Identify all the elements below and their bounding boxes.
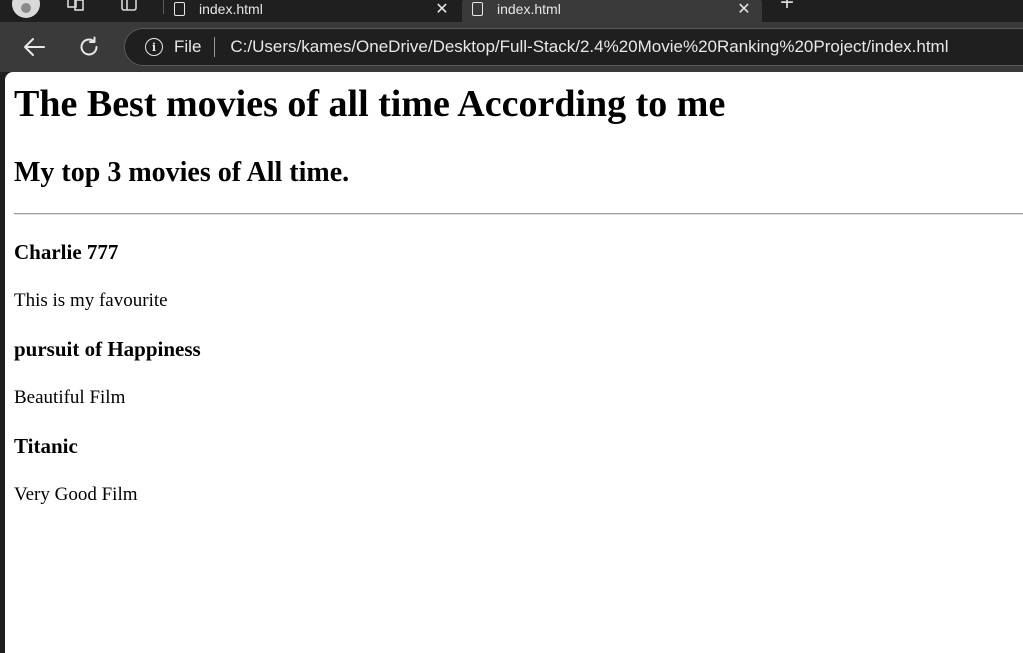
- vertical-tabs-icon: [121, 0, 137, 11]
- page-title: The Best movies of all time According to…: [14, 83, 726, 125]
- new-tab-button[interactable]: +: [776, 0, 798, 15]
- movie-title: pursuit of Happiness: [14, 337, 201, 361]
- tab-actions-button[interactable]: [115, 0, 143, 16]
- workspaces-icon: [67, 0, 84, 11]
- movie-description: Beautiful Film: [14, 387, 126, 408]
- toolbar: i File C:/Users/kames/OneDrive/Desktop/F…: [0, 22, 1023, 72]
- close-icon[interactable]: ✕: [430, 0, 454, 19]
- close-icon[interactable]: ✕: [732, 0, 756, 19]
- profile-avatar-icon: [12, 0, 40, 18]
- tab-index-html-1[interactable]: index.html ✕: [164, 0, 460, 22]
- page-icon: [174, 2, 185, 16]
- tab-index-html-2[interactable]: index.html ✕: [462, 0, 762, 22]
- scheme-label: File: [174, 37, 202, 56]
- profile-button[interactable]: [12, 0, 40, 18]
- page-icon: [472, 2, 483, 16]
- browser-window: index.html ✕ index.html ✕ + i File C:/Us…: [0, 0, 1023, 653]
- address-divider: [214, 37, 216, 57]
- info-icon[interactable]: i: [145, 38, 163, 56]
- tab-title: index.html: [497, 1, 561, 17]
- workspaces-button[interactable]: [62, 0, 90, 16]
- tab-title: index.html: [199, 1, 263, 17]
- tab-strip: index.html ✕ index.html ✕ +: [0, 0, 1023, 22]
- refresh-button[interactable]: [74, 32, 104, 62]
- movie-description: This is my favourite: [14, 290, 168, 311]
- page-viewport: The Best movies of all time According to…: [5, 72, 1023, 653]
- page-subtitle: My top 3 movies of All time.: [14, 157, 350, 188]
- address-bar[interactable]: i File C:/Users/kames/OneDrive/Desktop/F…: [124, 28, 1023, 66]
- divider: [14, 213, 1023, 215]
- back-arrow-icon: [24, 38, 45, 56]
- url-text[interactable]: C:/Users/kames/OneDrive/Desktop/Full-Sta…: [230, 37, 948, 57]
- movie-description: Very Good Film: [14, 484, 138, 505]
- movie-title: Charlie 777: [14, 240, 119, 264]
- movie-title: Titanic: [14, 434, 78, 458]
- refresh-icon: [80, 36, 98, 56]
- back-button[interactable]: [19, 32, 49, 62]
